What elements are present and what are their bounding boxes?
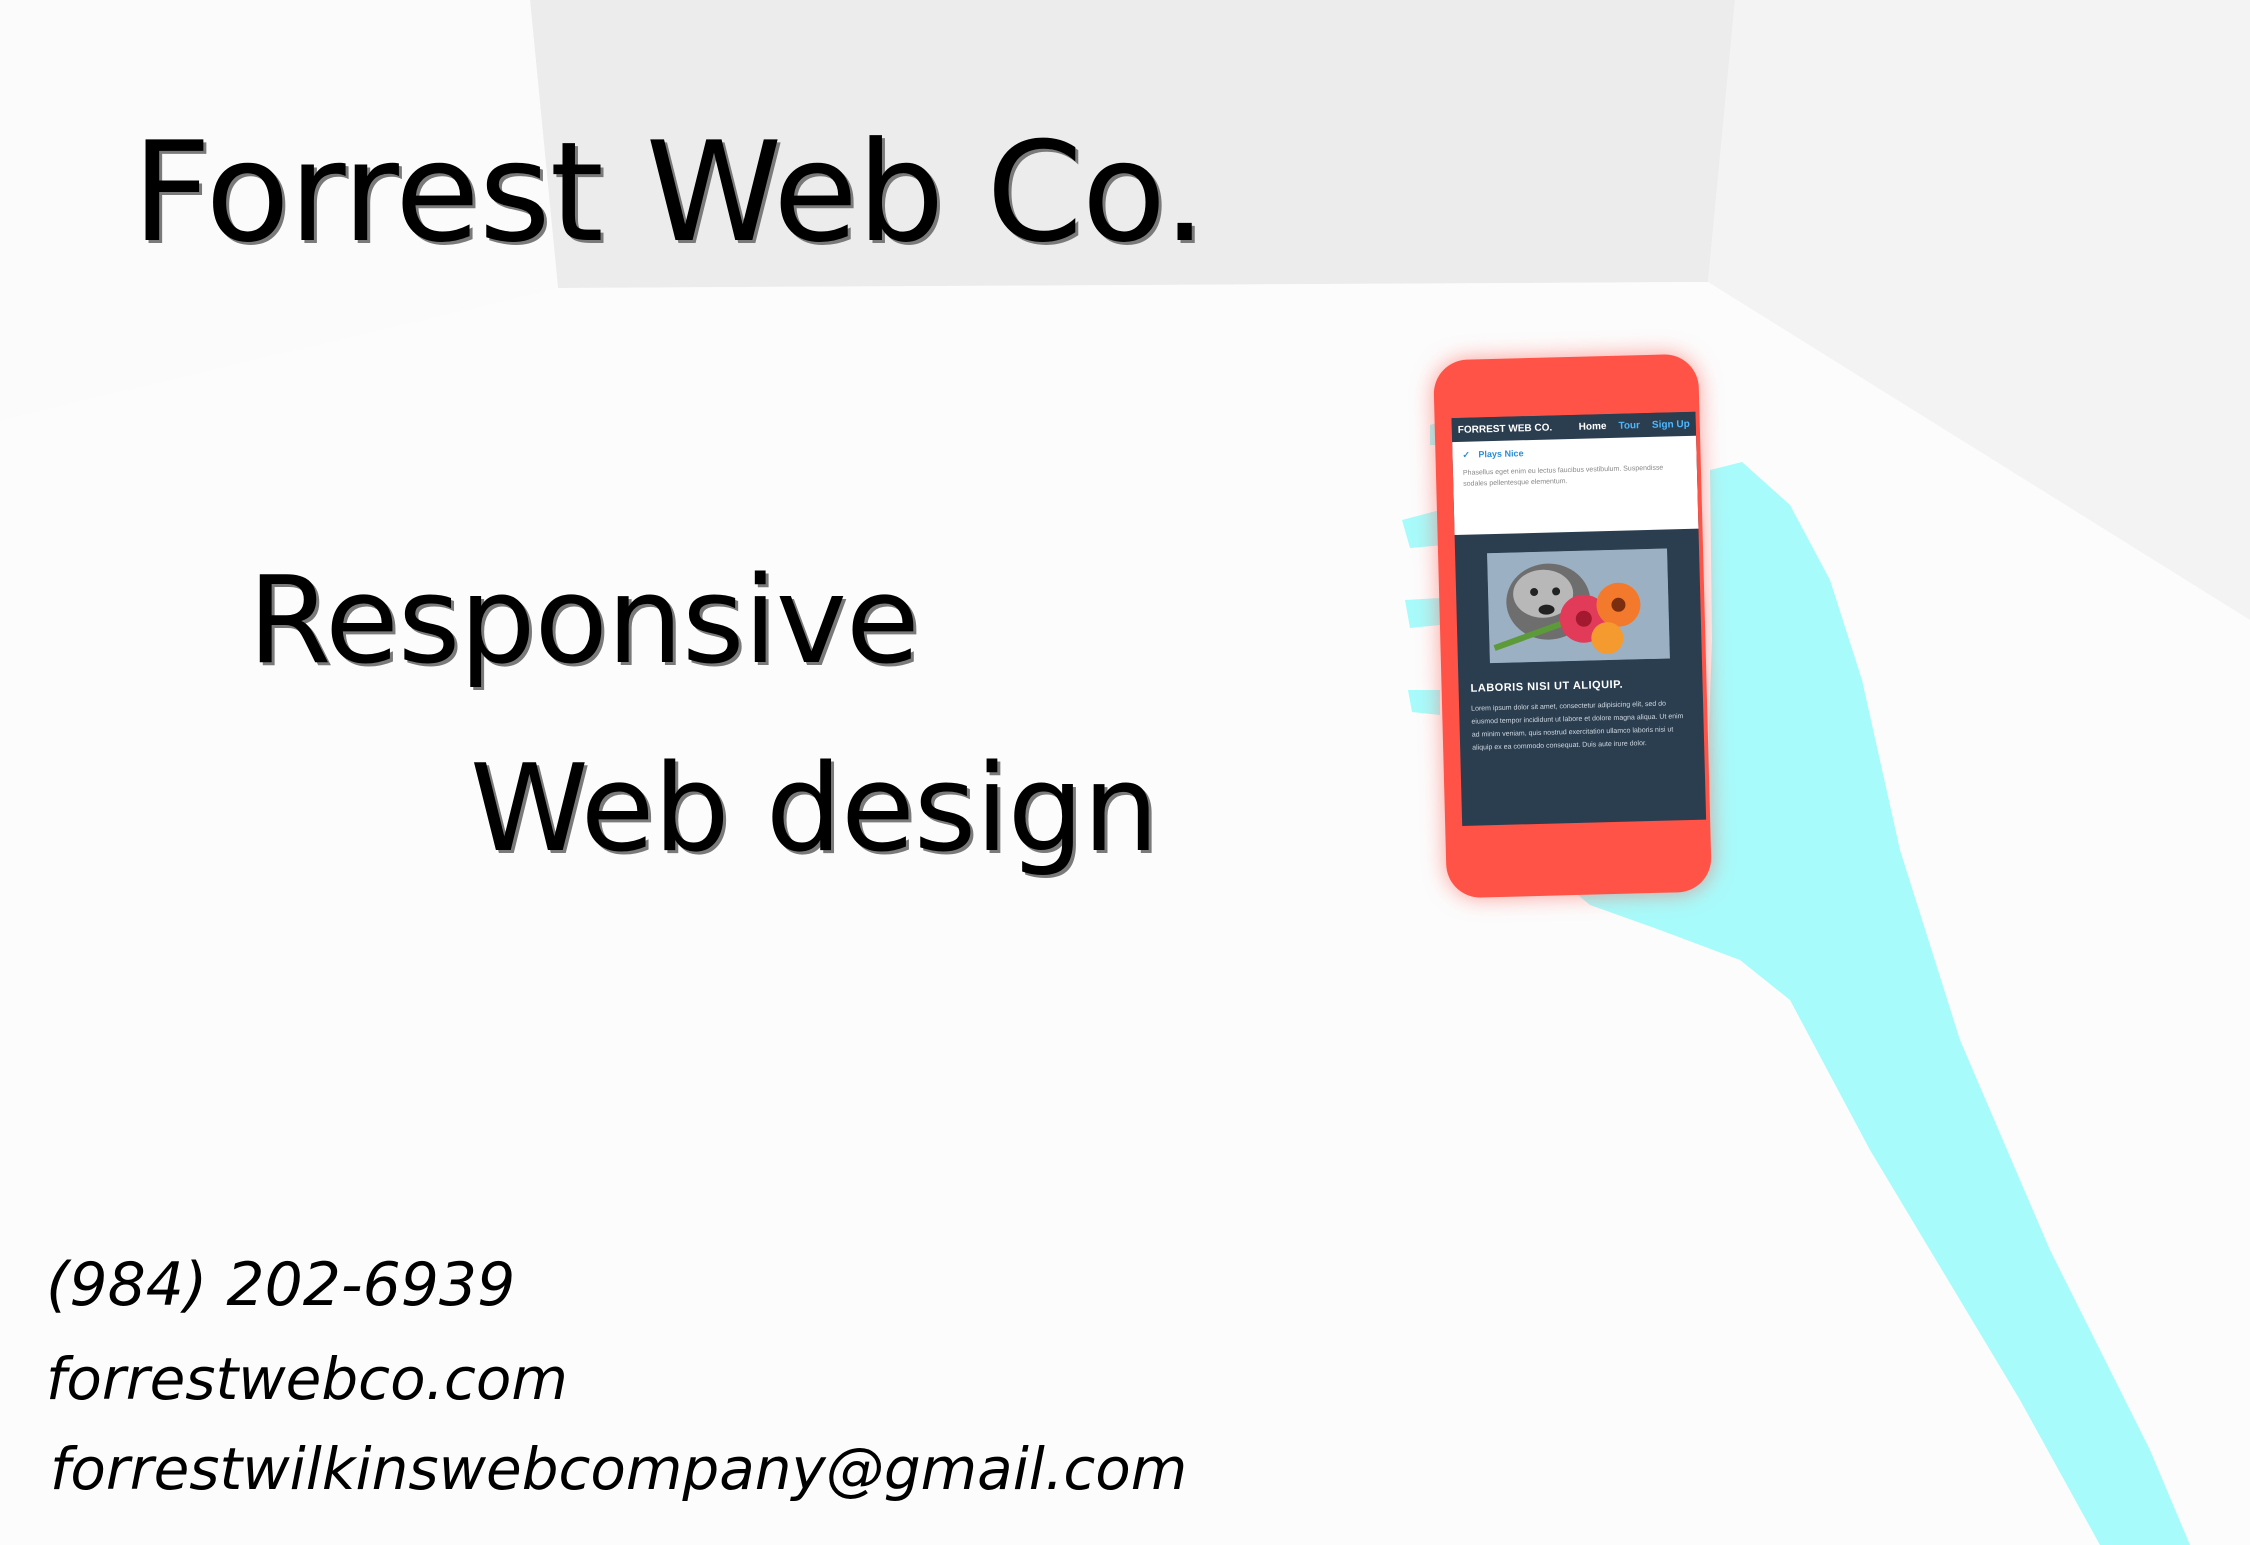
- contact-website[interactable]: forrestwebco.com: [46, 1345, 568, 1413]
- feature-heading: Plays Nice: [1478, 448, 1524, 460]
- nav-link-sign-up[interactable]: Sign Up: [1652, 418, 1690, 430]
- phone-mockup: FORREST WEB CO. Home Tour Sign Up ✓ Play…: [1433, 353, 1712, 899]
- nav-link-home[interactable]: Home: [1579, 421, 1607, 433]
- phone-screen: FORREST WEB CO. Home Tour Sign Up ✓ Play…: [1451, 411, 1707, 826]
- site-brand[interactable]: FORREST WEB CO.: [1458, 422, 1567, 435]
- feature-body: Phasellus eget enim eu lectus faucibus v…: [1462, 464, 1664, 488]
- feature-card: ✓ Plays Nice Phasellus eget enim eu lect…: [1452, 435, 1699, 536]
- contact-phone[interactable]: (984) 202-6939: [46, 1250, 515, 1320]
- nav-link-tour[interactable]: Tour: [1618, 420, 1640, 432]
- contact-email[interactable]: forrestwilkinswebcompany@gmail.com: [50, 1435, 1187, 1503]
- article-body: Lorem ipsum dolor sit amet, consectetur …: [1471, 700, 1684, 752]
- checkmark-icon: ✓: [1462, 449, 1471, 460]
- article-section: LABORIS NISI UT ALIQUIP. Lorem ipsum dol…: [1458, 677, 1704, 755]
- dog-with-flowers-photo: [1487, 548, 1670, 664]
